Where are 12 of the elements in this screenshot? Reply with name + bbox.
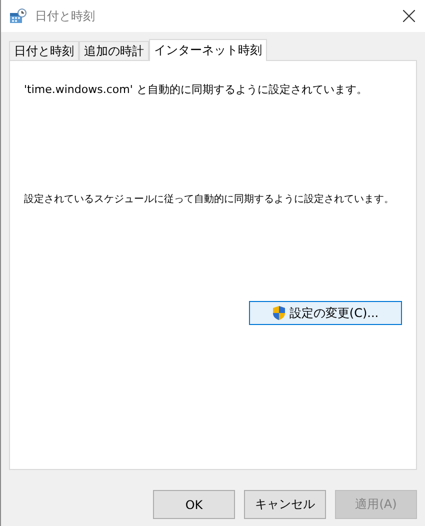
tab[interactable]: インターネット時刻 — [149, 39, 267, 61]
change-settings-button[interactable]: 設定の変更(C)... — [249, 301, 402, 325]
dialog-button[interactable]: OK — [153, 490, 235, 519]
calendar-clock-icon — [9, 8, 27, 24]
tab[interactable]: 日付と時刻 — [9, 41, 79, 60]
schedule-text: 設定されているスケジュールに従って自動的に同期するように設定されています。 — [24, 193, 394, 207]
tab[interactable]: 追加の時計 — [79, 41, 149, 60]
window-title: 日付と時刻 — [35, 8, 96, 24]
sync-status-text: 'time.windows.com' と自動的に同期するように設定されています。 — [24, 83, 368, 97]
shield-icon — [272, 305, 286, 321]
dialog-button[interactable]: キャンセル — [244, 490, 326, 519]
close-icon[interactable] — [403, 10, 415, 22]
